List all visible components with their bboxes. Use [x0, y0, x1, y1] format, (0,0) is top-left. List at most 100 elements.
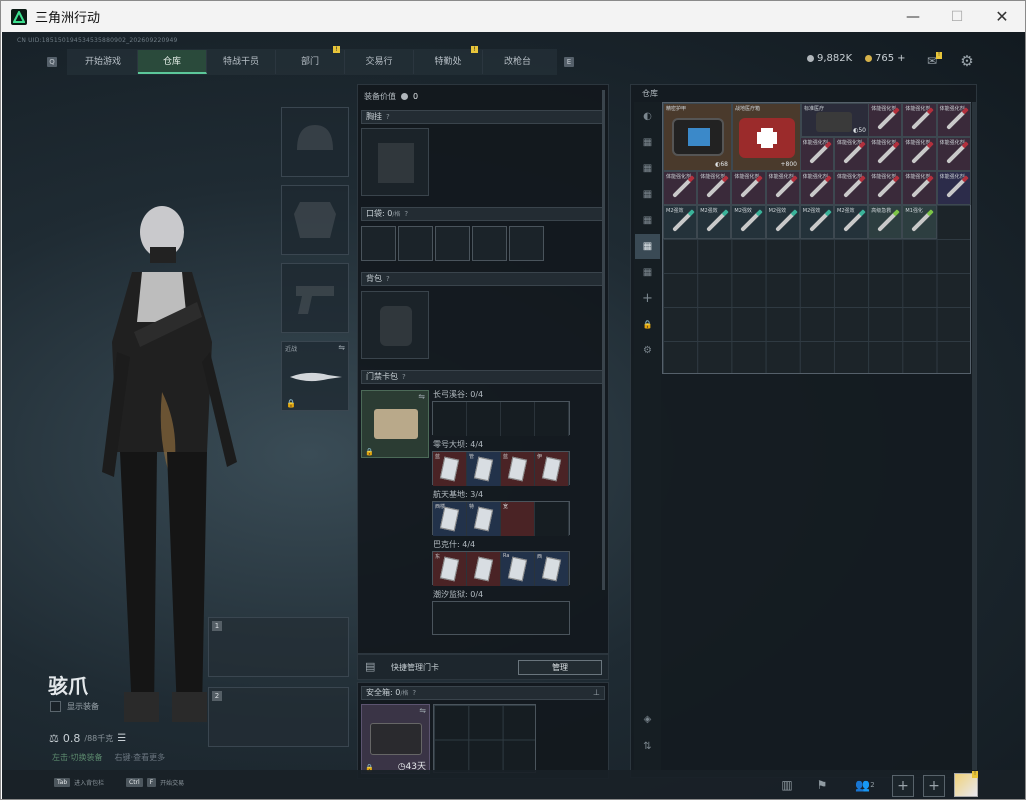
help-icon[interactable]: ? — [386, 275, 390, 283]
keycard-slot[interactable] — [535, 502, 569, 536]
tab-special-ops[interactable]: 特勤处! — [414, 46, 483, 74]
grid-item-syringe[interactable]: 体能强化剂 — [799, 137, 834, 171]
grid-item-syringe[interactable]: 体能强化剂 — [902, 137, 937, 171]
grid-item-syringe[interactable]: M2强效 — [697, 205, 732, 239]
keycard[interactable] — [467, 552, 501, 586]
swap-icon[interactable]: ⇋ — [419, 706, 426, 715]
keycard[interactable]: 西楼 — [433, 502, 467, 536]
backpack-slot[interactable] — [361, 291, 429, 359]
close-button[interactable]: ✕ — [979, 1, 1025, 32]
primary-weapon-slot-2[interactable]: 2 — [208, 687, 349, 747]
keycard-row-bakesh[interactable]: 东 Ra 西 — [432, 551, 570, 586]
avatar[interactable]: ! — [954, 771, 978, 797]
grid-item-syringe[interactable]: 体能强化剂 — [936, 171, 971, 205]
tab-warehouse[interactable]: 仓库 — [138, 50, 207, 74]
pocket-slot[interactable] — [361, 226, 396, 261]
minimize-button[interactable]: — — [890, 1, 936, 32]
friends-icon[interactable]: 👥 2 — [848, 770, 882, 799]
keycard[interactable]: 宽 — [501, 502, 535, 536]
grid-item-syringe[interactable]: M2强效 — [799, 205, 834, 239]
show-equipment-toggle[interactable]: 显示装备 — [50, 701, 99, 712]
grid-item-syringe[interactable]: 体能强化剂 — [731, 171, 766, 205]
grid-item-standard-medkit[interactable]: 标准医疗 ◐50 — [801, 103, 870, 137]
safe-box-grid[interactable] — [433, 704, 536, 773]
tab-hint[interactable]: Tab 进入背包栏 — [54, 778, 104, 787]
lock-icon[interactable]: 🔒 — [635, 312, 660, 337]
warehouse-tab-storage-icon[interactable]: ▦ — [635, 208, 660, 233]
stats-chart-icon[interactable]: ▥ — [773, 770, 801, 799]
helmet-slot[interactable] — [281, 107, 349, 177]
tab-operators[interactable]: 特战干员 — [207, 50, 276, 74]
keycard-row-prison[interactable] — [432, 601, 570, 635]
maximize-button[interactable]: ☐ — [934, 1, 980, 32]
grid-item-syringe[interactable]: 体能强化剂 — [799, 171, 834, 205]
flag-icon[interactable]: ⚑ — [808, 770, 836, 799]
help-icon[interactable]: ? — [402, 373, 406, 381]
tab-trade[interactable]: 交易行 — [345, 50, 414, 74]
keycard[interactable]: 伊 — [535, 452, 569, 486]
keycard[interactable]: 蓝 — [433, 452, 467, 486]
tab-gunsmith[interactable]: 改枪台 — [483, 50, 552, 74]
grid-item-syringe[interactable]: 体能强化剂 — [868, 171, 903, 205]
safe-box-slot[interactable]: ⇋ 🔒 ◷43天 — [361, 704, 430, 774]
warehouse-tab-storage-icon[interactable]: ▦ — [635, 182, 660, 207]
melee-slot[interactable]: 近战 ⇋ 🔒 — [281, 341, 349, 411]
manage-button[interactable]: 管理 — [518, 660, 602, 675]
tab-department[interactable]: 部门! — [276, 46, 345, 74]
mail-icon[interactable]: ✉! — [920, 50, 944, 72]
keycard-slot[interactable] — [535, 402, 569, 436]
panel-scrollbar[interactable] — [602, 90, 605, 590]
grid-item-syringe[interactable]: M2强效 — [765, 205, 800, 239]
grid-item-syringe[interactable]: 体能强化剂 — [902, 103, 937, 137]
keycard[interactable]: 特 — [467, 502, 501, 536]
warehouse-tab-storage-icon[interactable]: ▦ — [635, 156, 660, 181]
invite-plus-button[interactable]: + — [923, 775, 945, 797]
keycard-slot[interactable] — [501, 402, 535, 436]
grid-item-syringe[interactable]: M2强效 — [834, 205, 869, 239]
pocket-slot[interactable] — [435, 226, 470, 261]
settings-gear-icon[interactable]: ⚙ — [635, 338, 660, 363]
grid-item-syringe[interactable]: M2强效 — [731, 205, 766, 239]
armor-slot[interactable] — [281, 185, 349, 255]
help-icon[interactable]: ? — [404, 210, 408, 218]
grid-item-syringe[interactable]: 体能强化剂 — [902, 171, 937, 205]
grid-item-syringe[interactable]: 体能强化剂 — [834, 137, 869, 171]
pocket-slot[interactable] — [398, 226, 433, 261]
layers-icon[interactable]: ◈ — [635, 707, 660, 732]
add-gold-button[interactable]: + — [897, 53, 905, 64]
warehouse-scrollbar[interactable] — [972, 102, 976, 772]
ctrl-hint[interactable]: Ctrl F 开始交易 — [126, 778, 184, 787]
warehouse-tab-medical-icon[interactable]: ▦ — [635, 234, 660, 259]
keycard[interactable]: 管 — [467, 452, 501, 486]
swap-icon[interactable]: ⇋ — [338, 343, 345, 352]
tab-start-game[interactable]: 开始游戏 — [69, 50, 138, 74]
help-icon[interactable]: ? — [386, 113, 390, 121]
warehouse-grid[interactable]: 精密护甲 ◐68 战地医疗箱 +800 标准医疗 ◐50 体能强化剂 体能强化剂体… — [662, 102, 971, 374]
keycard-row-spacebase[interactable]: 西楼 特 宽 — [432, 501, 570, 536]
grid-item-syringe[interactable]: M1强化 — [902, 205, 937, 239]
keycard[interactable]: 西 — [535, 552, 569, 586]
pistol-slot[interactable] — [281, 263, 349, 333]
grid-item-syringe[interactable]: 体能强化剂 — [868, 137, 903, 171]
grid-item-syringe[interactable]: 体能强化剂 — [936, 103, 971, 137]
grid-item-syringe[interactable]: 体能强化剂 — [765, 171, 800, 205]
keycard[interactable]: Ra — [501, 552, 535, 586]
grid-item-syringe[interactable]: 高级急救 — [868, 205, 903, 239]
warehouse-tab-helmet-icon[interactable]: ◐ — [635, 104, 660, 129]
invite-plus-button[interactable]: + — [892, 775, 914, 797]
grid-item-syringe[interactable]: 体能强化剂 — [663, 171, 698, 205]
sort-icon[interactable]: ⇅ — [635, 734, 660, 759]
keycard[interactable]: 东 — [433, 552, 467, 586]
checkbox[interactable] — [50, 701, 61, 712]
keycard-row-dam[interactable]: 蓝 管 蓝 伊 — [432, 451, 570, 486]
help-icon[interactable]: ? — [412, 689, 416, 697]
pocket-slot[interactable] — [472, 226, 507, 261]
primary-weapon-slot-1[interactable]: 1 — [208, 617, 349, 677]
nav-next-key[interactable]: E — [564, 57, 574, 67]
grid-item-syringe[interactable]: 体能强化剂 — [834, 171, 869, 205]
list-icon[interactable]: ☰ — [117, 733, 126, 744]
grid-item-syringe[interactable]: 体能强化剂 — [936, 137, 971, 171]
keycard-slot[interactable] — [467, 402, 501, 436]
grid-item-syringe[interactable]: 体能强化剂 — [697, 171, 732, 205]
grid-item-syringe[interactable]: M2强效 — [663, 205, 698, 239]
